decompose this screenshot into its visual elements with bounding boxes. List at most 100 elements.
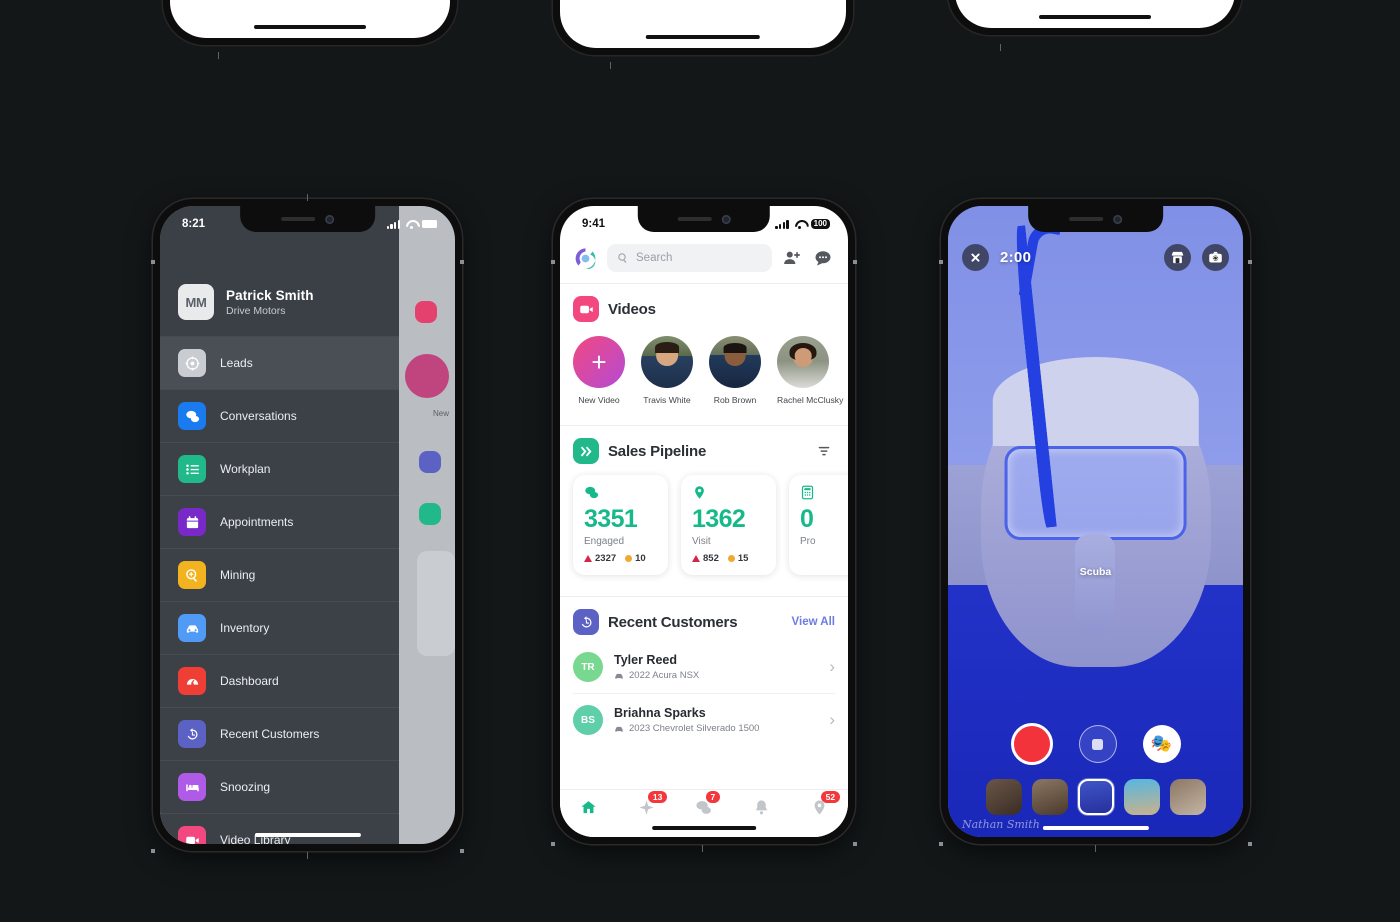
tab-locations[interactable]: 52 [790,791,848,816]
pipeline-card-proposal[interactable]: 0 Pro [789,475,848,575]
sidebar-item-dashboard[interactable]: Dashboard [160,654,399,707]
camera-controls: 🎭 [948,723,1243,765]
filter-thumb-4[interactable] [1123,779,1160,815]
profile-company: Drive Motors [226,304,286,317]
list-item[interactable]: BS Briahna Sparks 2023 Chevrolet Silvera… [573,693,835,746]
list-icon [178,455,206,483]
home-indicator[interactable] [652,825,756,830]
avatar: MM [178,284,214,320]
close-icon[interactable] [962,244,989,271]
video-camera-icon [573,296,599,322]
bg-section-icon [419,503,441,525]
search-placeholder: Search [636,252,673,264]
pipeline-card-engaged[interactable]: 3351 Engaged 2327 10 [573,475,668,575]
recent-customers-title: Recent Customers [608,613,738,631]
filter-name-label: Scuba [1079,565,1112,578]
story-new-video[interactable]: + New Video [573,336,625,405]
view-all-link[interactable]: View All [792,616,835,628]
story-label: Rachel McClusky [777,395,844,405]
warning-dot-icon [625,555,633,562]
avatar [709,336,761,388]
alert-triangle-icon [584,555,592,562]
video-icon [178,826,206,844]
center-screen: Search Videos + New Video Travis White R… [560,206,848,837]
sidebar-item-label: Dashboard [220,674,279,688]
history-icon [573,609,599,635]
story-rob-brown[interactable]: Rob Brown [709,336,761,405]
chat-bubbles-icon [584,485,657,502]
stop-button[interactable] [1078,725,1117,763]
pipeline-card-label: Engaged [584,536,625,547]
sidebar-item-label: Recent Customers [220,727,320,741]
sidebar-item-label: Workplan [220,462,271,476]
phone-center-home: Search Videos + New Video Travis White R… [553,199,855,844]
pipeline-card-value: 3351 [584,505,638,533]
drawer-menu: Leads Conversations Workplan Appointment… [160,336,399,844]
sidebar-item-recent-customers[interactable]: Recent Customers [160,707,399,760]
sidebar-item-video-library[interactable]: Video Library [160,813,399,844]
tab-discover[interactable]: 13 [618,791,676,816]
status-time: 8:21 [182,218,206,230]
filter-icon[interactable] [813,440,835,462]
recent-customers-section: Recent Customers View All TR Tyler Reed … [560,597,848,746]
list-item[interactable]: TR Tyler Reed 2022 Acura NSX › [573,641,835,693]
effects-button[interactable]: 🎭 [1142,725,1181,763]
story-travis-white[interactable]: Travis White [641,336,693,405]
vehicle-text: 2022 Acura NSX [629,670,700,681]
sidebar-item-conversations[interactable]: Conversations [160,389,399,442]
bg-card [417,551,455,656]
wifi-icon [794,220,806,229]
gauge-icon [178,667,206,695]
tab-notifications[interactable] [733,799,791,816]
target-icon [178,349,206,377]
filter-thumb-2[interactable] [1031,779,1068,815]
chevron-right-icon[interactable]: › [829,710,835,730]
sidebar-item-snoozing[interactable]: Snoozing [160,760,399,813]
home-indicator[interactable] [1042,825,1149,830]
logo-icon[interactable] [573,246,598,271]
sidebar-item-appointments[interactable]: Appointments [160,495,399,548]
customer-name: Tyler Reed [614,653,677,667]
add-video-icon: + [573,336,625,388]
calendar-icon [178,508,206,536]
message-icon[interactable] [812,247,834,269]
tab-home[interactable] [560,799,618,816]
sidebar-item-workplan[interactable]: Workplan [160,442,399,495]
tab-messages[interactable]: 7 [675,791,733,816]
camera-flip-icon[interactable] [1202,244,1229,271]
record-button[interactable] [1010,723,1053,765]
notch [637,206,771,232]
alert-count: 852 [703,553,719,564]
story-rachel-mcclusky[interactable]: Rachel McClusky [777,336,844,405]
filter-thumb-5[interactable] [1169,779,1206,815]
sidebar-item-inventory[interactable]: Inventory [160,601,399,654]
add-contact-icon[interactable] [781,247,803,269]
filter-thumbnail-strip [948,779,1243,815]
warn-count: 10 [635,553,646,564]
sidebar-item-leads[interactable]: Leads [160,336,399,389]
battery-icon [422,220,437,228]
home-indicator[interactable] [254,832,361,837]
filter-thumb-1[interactable] [985,779,1022,815]
signal-icon [775,219,789,229]
calculator-icon [800,485,848,502]
store-icon[interactable] [1164,244,1191,271]
sidebar-item-mining[interactable]: Mining [160,548,399,601]
search-input[interactable]: Search [607,244,772,272]
story-label: Rob Brown [713,395,757,405]
badge: 52 [821,791,840,804]
alert-count: 2327 [595,553,617,564]
stop-icon [1092,738,1103,750]
right-screen: 2:00 Scuba 🎭 Nathan Smith [948,206,1243,837]
map-pin-icon [692,485,765,502]
subject-hair [992,357,1199,446]
sidebar-item-label: Mining [220,568,256,582]
pipeline-card-row[interactable]: 3351 Engaged 2327 10 1362 Visit 852 15 0… [573,464,848,588]
bg-pipeline-icon [419,451,441,473]
phone-top-right [948,0,1242,35]
filter-thumb-3[interactable] [1077,779,1114,815]
vehicle-text: 2023 Chevrolet Silverado 1500 [629,723,760,734]
pipeline-card-visit[interactable]: 1362 Visit 852 15 [681,475,776,575]
avatar [641,336,693,388]
chevron-right-icon[interactable]: › [829,657,835,677]
